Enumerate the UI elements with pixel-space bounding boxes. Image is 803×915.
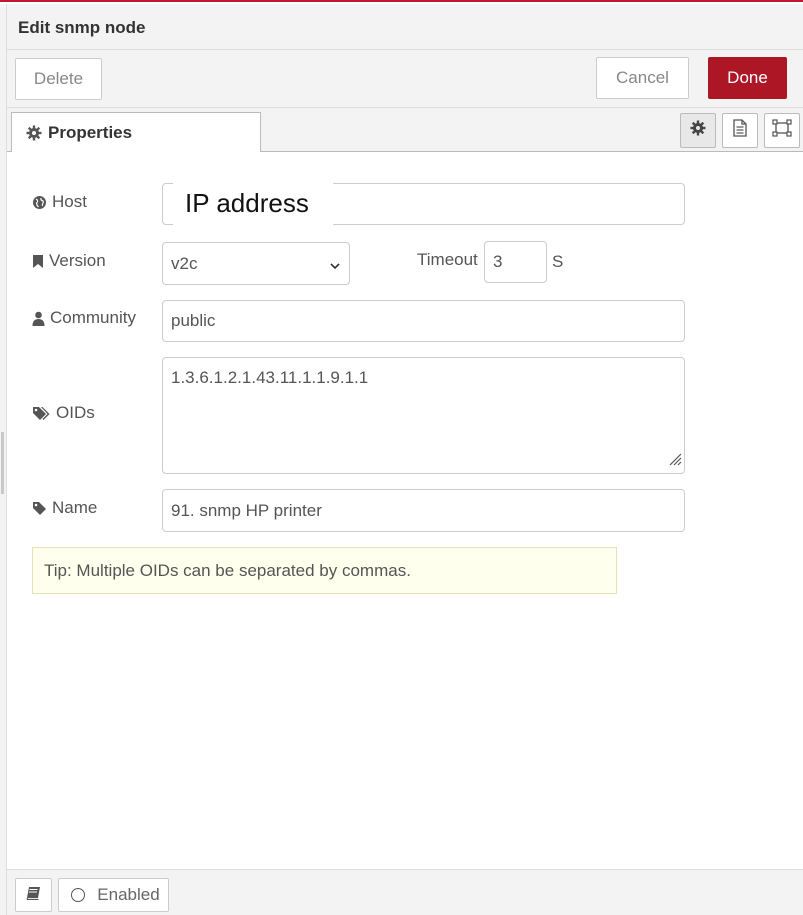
tray-toolbar: Delete Cancel Done [7,50,803,108]
appearance-icon [772,119,792,142]
name-value: 91. snmp HP printer [171,500,322,520]
page-title: Edit snmp node [18,18,146,37]
edit-node-tray: Edit snmp node Delete Cancel Done Proper… [0,0,803,915]
community-value: public [171,311,216,330]
description-tab-button[interactable] [722,113,758,148]
done-button[interactable]: Done [708,57,787,99]
gear-icon [26,125,42,141]
circle-icon [71,888,86,902]
tray-header: Edit snmp node [7,4,803,50]
tray-resize-edge[interactable] [0,4,7,915]
oids-label: OIDs [32,403,95,423]
timeout-unit: S [552,252,564,271]
name-label: Name [32,498,97,518]
host-placeholder-overlay: IP address [173,180,333,226]
version-select[interactable]: v2c [162,242,350,285]
timeout-value: 3 [493,252,503,271]
enabled-toggle[interactable]: Enabled [58,878,169,912]
bookmark-icon [32,254,44,269]
name-input[interactable]: 91. snmp HP printer [162,489,685,532]
book-icon [25,885,42,905]
settings-icon [690,120,706,141]
timeout-input[interactable]: 3 [484,241,547,283]
host-input[interactable]: IP address [162,180,685,226]
timeout-label: Timeout [417,250,478,269]
properties-form: Host IP address Version v2c Timeout 3 S … [7,152,803,869]
version-label-text: Version [49,251,106,270]
resize-grip-icon[interactable] [668,451,682,471]
name-label-text: Name [52,498,98,517]
oids-label-text: OIDs [56,403,95,422]
oids-textarea[interactable]: 1.3.6.1.2.1.43.11.1.1.9.1.1 [162,357,685,474]
version-select-value: v2c [171,253,198,273]
user-icon [32,311,45,326]
tab-bar: Properties [7,108,803,153]
tip-box: Tip: Multiple OIDs can be separated by c… [32,547,617,594]
tab-properties[interactable]: Properties [11,112,261,153]
oids-value: 1.3.6.1.2.1.43.11.1.1.9.1.1 [171,368,369,387]
enabled-label: Enabled [97,885,160,904]
host-label-text: Host [52,192,87,211]
tags-icon [32,406,51,421]
resize-grip-handle[interactable] [1,432,4,494]
node-help-button[interactable] [15,878,52,912]
tray-footer: Enabled [7,869,803,915]
community-label-text: Community [50,308,136,327]
chevron-down-icon [329,257,341,277]
appearance-tab-button[interactable] [764,113,800,148]
community-label: Community [32,308,136,328]
host-label: Host [32,192,87,212]
community-input[interactable]: public [162,300,685,342]
tab-properties-label: Properties [48,123,133,142]
delete-button[interactable]: Delete [15,58,102,100]
globe-icon [32,195,47,210]
cancel-button[interactable]: Cancel [596,57,689,99]
version-label: Version [32,251,106,271]
description-icon [732,119,748,142]
settings-tab-button[interactable] [680,113,716,148]
tag-icon [32,501,47,516]
